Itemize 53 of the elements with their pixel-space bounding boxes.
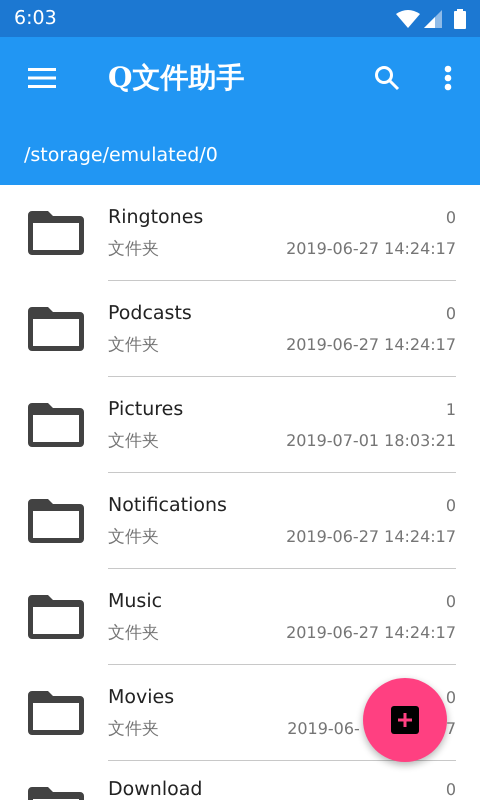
folder-list-item[interactable]: Download 0 <box>28 775 456 800</box>
item-count: 0 <box>446 686 456 708</box>
modified-date: 2019-07-01 18:03:21 <box>286 430 456 452</box>
item-count: 0 <box>446 590 456 612</box>
modified-date: 7 <box>446 718 456 740</box>
folder-name: Movies <box>108 684 174 710</box>
folder-icon <box>28 595 84 639</box>
folder-name: Pictures <box>108 396 184 422</box>
current-path: /storage/emulated/0 <box>24 143 219 168</box>
modified-date: 2019-06- <box>287 718 360 740</box>
folder-icon <box>28 211 84 255</box>
item-count: 0 <box>446 206 456 228</box>
battery-icon <box>454 8 466 28</box>
status-time: 6:03 <box>14 6 57 32</box>
wifi-icon <box>396 10 420 28</box>
file-type: 文件夹 <box>108 622 159 645</box>
menu-icon <box>28 68 56 88</box>
item-count: 0 <box>446 779 456 800</box>
menu-button[interactable] <box>28 68 56 88</box>
folder-list-item[interactable]: Podcasts 0 文件夹 2019-06-27 14:24:17 <box>28 281 456 377</box>
file-type: 文件夹 <box>108 526 159 549</box>
folder-icon <box>28 691 84 735</box>
folder-icon <box>28 403 84 447</box>
more-options-icon <box>444 65 452 91</box>
modified-date: 2019-06-27 14:24:17 <box>286 526 456 548</box>
item-count: 0 <box>446 494 456 516</box>
search-icon <box>374 65 400 91</box>
modified-date: 2019-06-27 14:24:17 <box>286 622 456 644</box>
folder-icon <box>28 307 84 351</box>
folder-name: Ringtones <box>108 204 204 230</box>
folder-list-item[interactable]: Notifications 0 文件夹 2019-06-27 14:24:17 <box>28 473 456 569</box>
folder-name: Download <box>108 777 202 800</box>
file-type: 文件夹 <box>108 718 159 741</box>
modified-date: 2019-06-27 14:24:17 <box>286 238 456 260</box>
folder-name: Music <box>108 588 162 614</box>
file-type: 文件夹 <box>108 238 159 261</box>
folder-name: Podcasts <box>108 300 192 326</box>
folder-list-item[interactable]: Music 0 文件夹 2019-06-27 14:24:17 <box>28 569 456 665</box>
app-title: Q文件助手 <box>108 60 244 96</box>
item-count: 1 <box>446 398 456 420</box>
add-icon <box>391 706 419 734</box>
add-button[interactable] <box>363 678 447 762</box>
file-type: 文件夹 <box>108 334 159 357</box>
folder-list-item[interactable]: Ringtones 0 文件夹 2019-06-27 14:24:17 <box>28 185 456 281</box>
folder-name: Notifications <box>108 492 227 518</box>
more-options-button[interactable] <box>444 65 452 91</box>
modified-date: 2019-06-27 14:24:17 <box>286 334 456 356</box>
signal-icon <box>424 10 442 28</box>
folder-list-item[interactable]: Pictures 1 文件夹 2019-07-01 18:03:21 <box>28 377 456 473</box>
file-type: 文件夹 <box>108 430 159 453</box>
item-count: 0 <box>446 302 456 324</box>
search-button[interactable] <box>374 65 400 91</box>
folder-icon <box>28 499 84 543</box>
